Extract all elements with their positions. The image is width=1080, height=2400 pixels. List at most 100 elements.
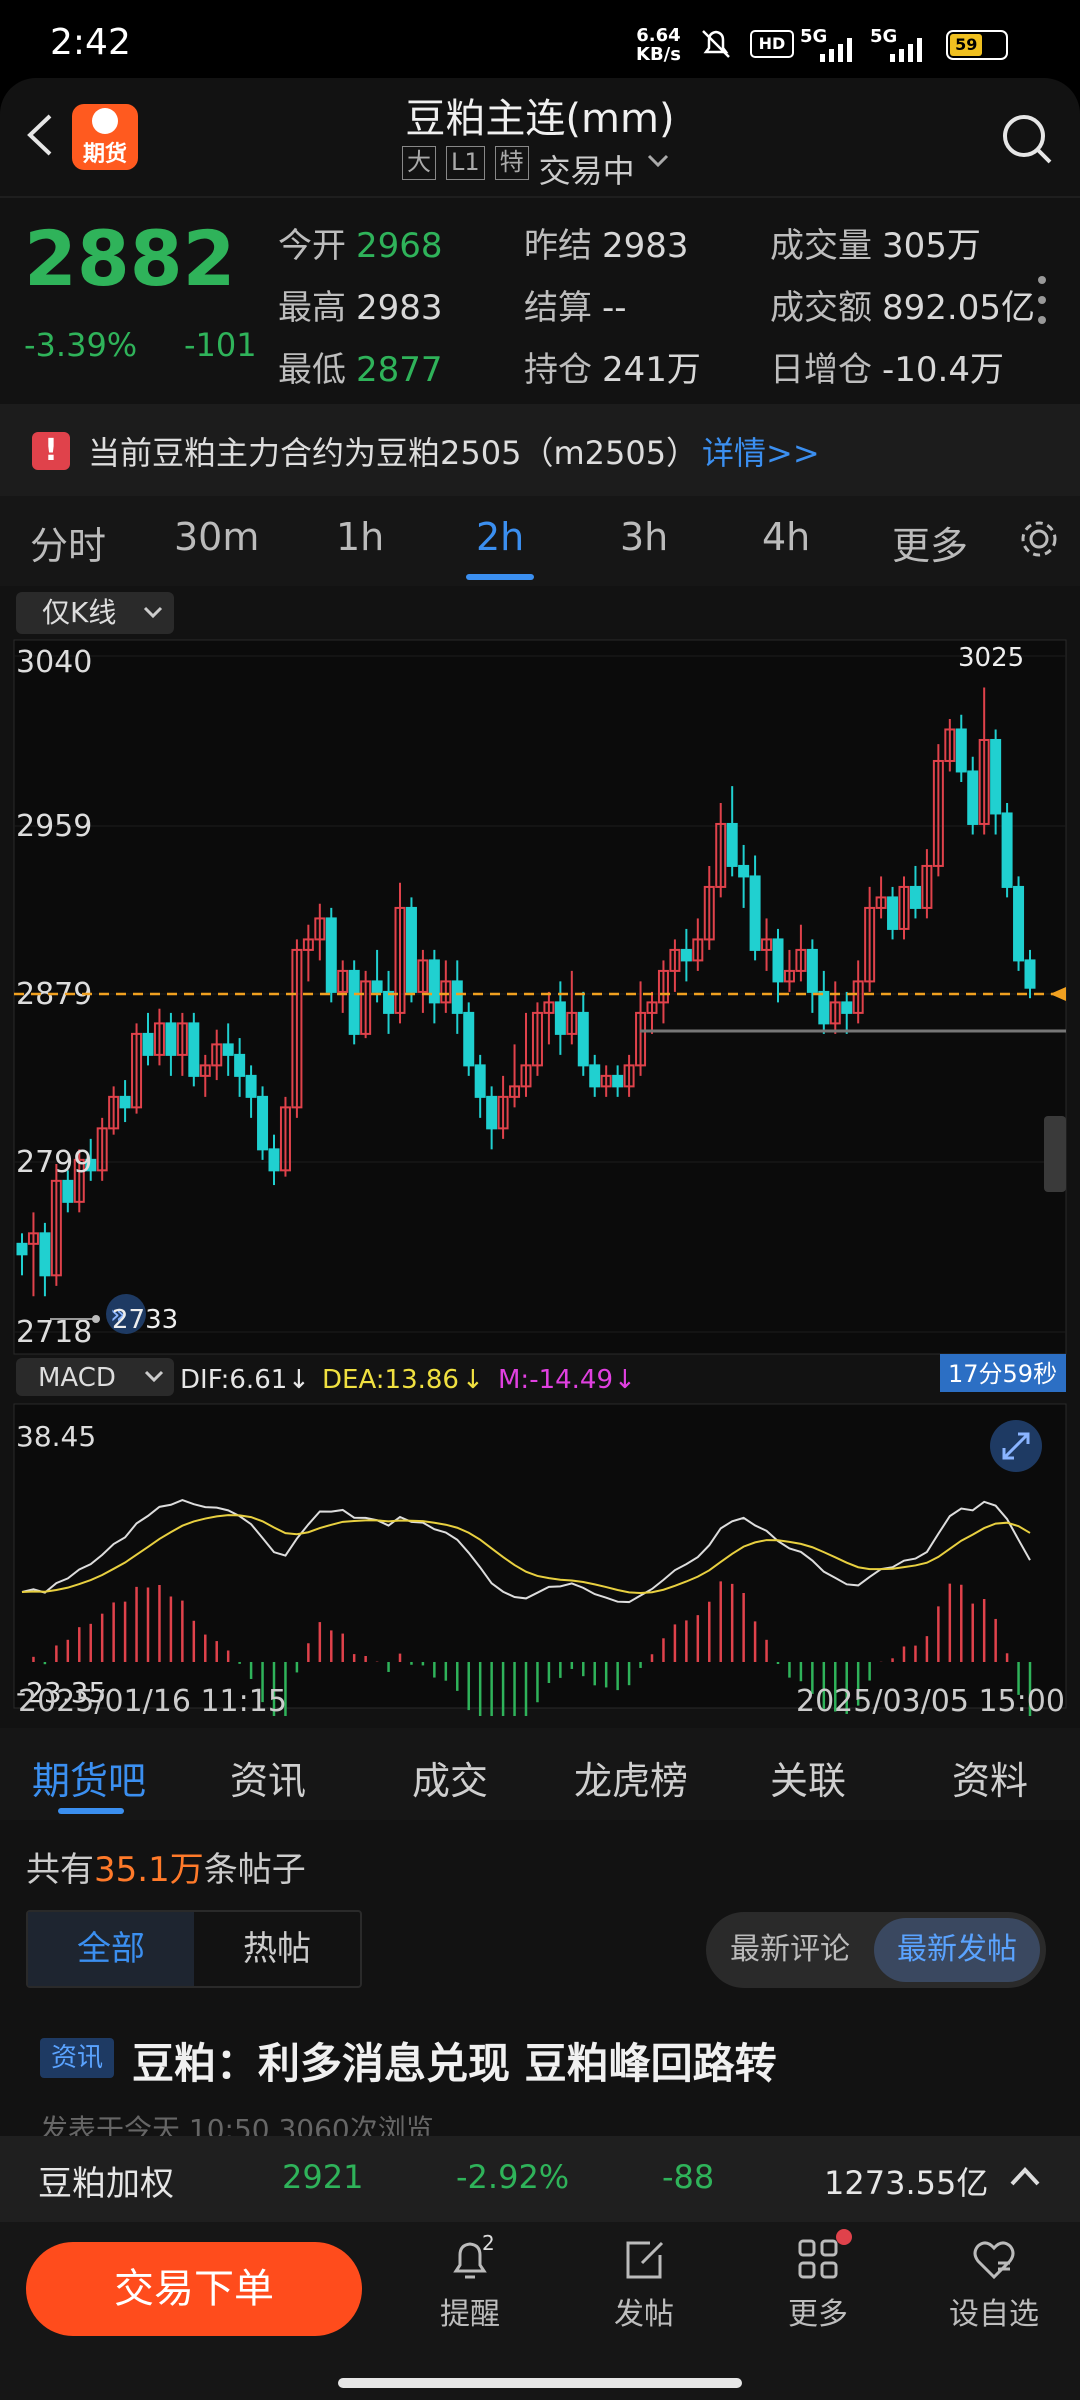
- macd-m-arrow: ↓: [614, 1365, 636, 1395]
- candle-body: [16, 1242, 28, 1256]
- candle-body: [1013, 885, 1025, 962]
- tab-1h[interactable]: 1h: [336, 515, 384, 559]
- chevron-up-icon: [1010, 2167, 1040, 2186]
- tab-4h[interactable]: 4h: [762, 515, 810, 559]
- y-tick-label: 2718: [16, 1315, 92, 1350]
- trade-order-button[interactable]: 交易下单: [26, 2242, 362, 2336]
- signal-icon-2: [888, 36, 930, 66]
- macd-dif-arrow: ↓: [288, 1365, 310, 1395]
- min-price-label: 2733: [112, 1305, 178, 1335]
- candle-body: [818, 990, 830, 1025]
- candle-body: [451, 980, 463, 1014]
- notice-bar[interactable]: ! 当前豆粕主力合约为豆粕2505（m2505） 详情>>: [0, 404, 1080, 496]
- max-price-label: 3025: [958, 643, 1024, 673]
- ticker-change: -88: [662, 2158, 715, 2196]
- macd-header: MACD DIF:6.61 ↓ DEA:13.86 ↓ M:-14.49 ↓ 1…: [16, 1354, 1066, 1396]
- candle-body: [245, 1074, 257, 1098]
- candle-body: [234, 1053, 246, 1077]
- candle-body: [577, 1011, 589, 1067]
- dots-vertical-icon: [1038, 276, 1046, 324]
- post-count: 共有35.1万条帖子: [26, 1850, 306, 1890]
- search-button[interactable]: [1000, 112, 1052, 164]
- candle-body: [142, 1032, 154, 1056]
- tab-indicator: [466, 574, 534, 580]
- tab-3h[interactable]: 3h: [620, 515, 668, 559]
- y-tick-label: 2799: [16, 1145, 92, 1180]
- tab-trades[interactable]: 成交: [412, 1750, 488, 1805]
- candle-body: [589, 1064, 601, 1088]
- back-button[interactable]: [20, 110, 60, 160]
- notice-link[interactable]: 详情>>: [702, 428, 820, 474]
- x-start-label: 2025/01/16 11:15: [18, 1684, 287, 1719]
- tab-related[interactable]: 关联: [770, 1750, 846, 1805]
- post-button[interactable]: 发帖: [584, 2235, 704, 2333]
- stat-prev-close: 昨结 2983: [524, 226, 689, 266]
- home-indicator: [338, 2378, 742, 2388]
- remind-button[interactable]: 提醒 2: [410, 2231, 530, 2333]
- candle-body: [348, 969, 360, 1035]
- heart-plus-icon: [973, 2241, 1015, 2280]
- candle-body: [463, 1011, 475, 1067]
- tab-news[interactable]: 资讯: [230, 1750, 306, 1805]
- ticker-bar[interactable]: 豆粕加权 2921 -2.92% -88 1273.55亿: [0, 2136, 1080, 2222]
- watchlist-button[interactable]: 设自选: [934, 2235, 1054, 2333]
- candle-body: [841, 1001, 853, 1014]
- candle-body: [738, 864, 750, 878]
- header-tags: 大 L1 特 交易中: [402, 146, 671, 190]
- stat-low: 最低 2877: [278, 350, 443, 390]
- candle-body: [806, 948, 818, 993]
- content-tab-indicator: [58, 1808, 124, 1814]
- candle-body: [165, 1022, 177, 1056]
- sort-latest-comment[interactable]: 最新评论: [730, 1912, 850, 1988]
- tab-2h[interactable]: 2h: [476, 515, 524, 559]
- candle-body: [119, 1095, 131, 1109]
- candle-body: [62, 1179, 74, 1203]
- candle-body: [887, 896, 899, 930]
- clock: 2:42: [50, 22, 131, 63]
- tab-30m[interactable]: 30m: [174, 515, 259, 559]
- ticker-name: 豆粕加权: [38, 2164, 174, 2204]
- candle-body: [772, 938, 784, 983]
- kline-selector[interactable]: 仅K线: [16, 592, 174, 634]
- tag-te: 特: [494, 146, 529, 180]
- chevron-down-icon: [647, 154, 668, 168]
- chevron-left-icon: [27, 114, 52, 156]
- tab-profile[interactable]: 资料: [952, 1750, 1028, 1805]
- stat-settle: 结算 --: [524, 288, 627, 328]
- candle-body: [749, 875, 761, 951]
- trading-status[interactable]: 交易中: [539, 146, 635, 190]
- kline-chart[interactable]: 30402959287927992718 3025 » 2733 MACD DI…: [0, 636, 1080, 1716]
- stat-volume: 成交量 305万: [770, 226, 981, 266]
- gear-icon: [1021, 521, 1057, 557]
- tab-forum[interactable]: 期货吧: [32, 1750, 146, 1805]
- macd-dif: DIF:6.61: [180, 1365, 287, 1395]
- tab-fenshi[interactable]: 分时: [30, 515, 106, 570]
- page-title: 豆粕主连(mm): [405, 96, 675, 142]
- ticker-turnover: 1273.55亿: [824, 2164, 989, 2202]
- sort-latest-post[interactable]: 最新发帖: [874, 1918, 1040, 1982]
- tab-more[interactable]: 更多: [892, 515, 968, 570]
- y-tick-label: 2959: [16, 809, 92, 844]
- macd-panel: [13, 1403, 1067, 1709]
- post-filter: 全部 热帖: [26, 1910, 362, 1988]
- candle-body: [612, 1074, 624, 1088]
- more-button[interactable]: 更多: [758, 2229, 878, 2333]
- chevron-down-icon: [143, 606, 163, 619]
- stat-daily-inc: 日增仓 -10.4万: [770, 350, 1004, 390]
- more-options-button[interactable]: [1036, 272, 1048, 328]
- alert-icon: !: [32, 432, 70, 470]
- macd-m: M:-14.49: [498, 1365, 613, 1395]
- edit-icon: [626, 2241, 664, 2279]
- chart-settings-button[interactable]: [1016, 516, 1062, 562]
- candle-body: [990, 738, 1002, 815]
- candle-body: [325, 917, 337, 993]
- candle-body: [955, 728, 967, 773]
- post-title[interactable]: 豆粕：利多消息兑现 豆粕峰回路转: [132, 2030, 777, 2091]
- filter-all[interactable]: 全部: [28, 1912, 194, 1986]
- search-icon: [1003, 115, 1052, 164]
- stat-turnover: 成交额 892.05亿: [770, 288, 1035, 328]
- filter-hot[interactable]: 热帖: [194, 1912, 360, 1986]
- candle-body: [39, 1232, 51, 1277]
- ticker-pct: -2.92%: [456, 2158, 570, 2196]
- tab-dragon-tiger[interactable]: 龙虎榜: [574, 1750, 688, 1805]
